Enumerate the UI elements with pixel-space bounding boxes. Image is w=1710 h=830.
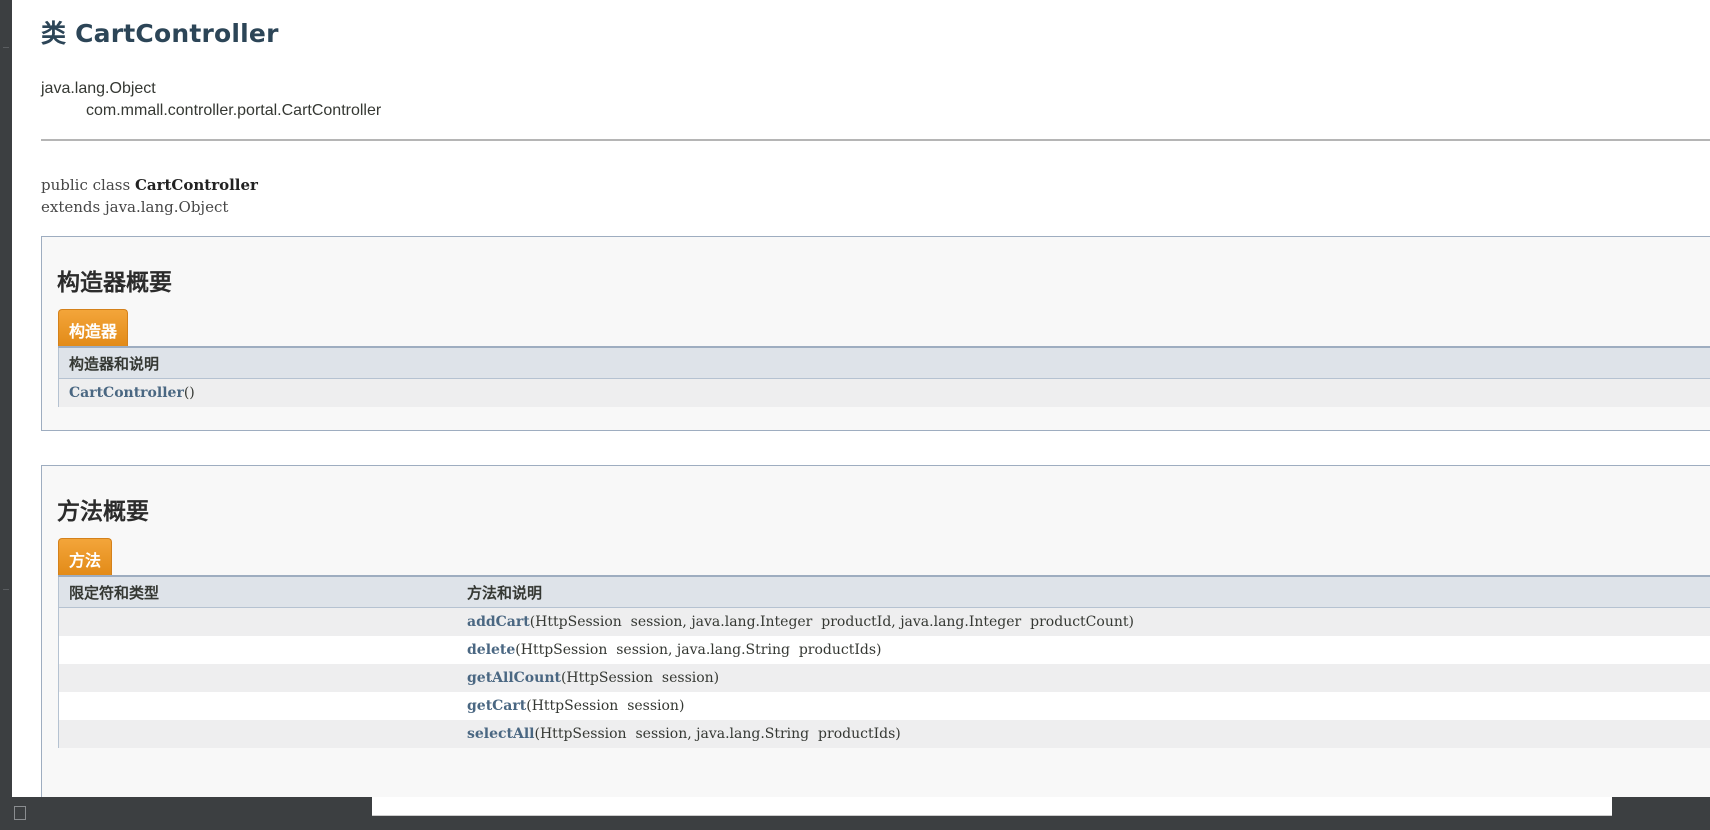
ide-left-gutter xyxy=(0,0,12,830)
signature-line: public class CartController xyxy=(41,174,258,196)
page-title: 类 CartController xyxy=(41,19,279,48)
table-row: getCart(HttpSession session) xyxy=(58,692,1710,720)
method-params: (HttpSession session, java.lang.String p… xyxy=(515,642,882,658)
constructor-summary-heading: 构造器概要 xyxy=(57,270,172,296)
modifier-cell xyxy=(58,636,457,664)
method-cell: addCart(HttpSession session, java.lang.I… xyxy=(457,607,1710,636)
method-summary: 方法概要 方法 限定符和类型 方法和说明 addCart(HttpSession… xyxy=(41,465,1710,797)
constructor-summary: 构造器概要 构造器 构造器和说明 CartController() xyxy=(41,236,1710,431)
table-row: getAllCount(HttpSession session) xyxy=(58,664,1710,692)
event-log-icon[interactable] xyxy=(14,806,26,820)
modifier-cell xyxy=(58,720,457,748)
modifier-cell xyxy=(58,664,457,692)
method-params: (HttpSession session, java.lang.Integer … xyxy=(529,614,1134,630)
constructor-params: () xyxy=(183,385,195,401)
method-table: 限定符和类型 方法和说明 addCart(HttpSession session… xyxy=(58,575,1710,748)
gutter-marker xyxy=(3,47,9,48)
tab-methods[interactable]: 方法 xyxy=(58,538,113,576)
signature-prefix: public class xyxy=(41,176,135,194)
method-cell: getAllCount(HttpSession session) xyxy=(457,664,1710,692)
method-params: (HttpSession session) xyxy=(560,670,720,686)
signature-class-name: CartController xyxy=(134,176,258,194)
constructor-cell: CartController() xyxy=(58,378,1710,407)
divider xyxy=(41,139,1710,141)
method-params: (HttpSession session, java.lang.String p… xyxy=(534,726,901,742)
column-header-modifier: 限定符和类型 xyxy=(58,576,457,608)
method-link-delete[interactable]: delete xyxy=(467,642,515,658)
method-link-getcart[interactable]: getCart xyxy=(467,698,526,714)
method-summary-heading: 方法概要 xyxy=(57,499,149,525)
method-cell: delete(HttpSession session, java.lang.St… xyxy=(457,636,1710,664)
method-cell: selectAll(HttpSession session, java.lang… xyxy=(457,720,1710,748)
table-row: delete(HttpSession session, java.lang.St… xyxy=(58,636,1710,664)
inheritance-root: java.lang.Object xyxy=(41,80,156,97)
column-header-method: 方法和说明 xyxy=(457,576,1710,608)
method-link-getallcount[interactable]: getAllCount xyxy=(467,670,561,686)
table-row: selectAll(HttpSession session, java.lang… xyxy=(58,720,1710,748)
constructor-link[interactable]: CartController xyxy=(69,385,184,401)
column-header-constructor: 构造器和说明 xyxy=(58,347,1710,379)
tab-constructors[interactable]: 构造器 xyxy=(58,309,129,347)
gutter-marker xyxy=(3,589,9,590)
javadoc-viewer: 类 CartController java.lang.Object com.mm… xyxy=(12,0,1710,797)
table-row: addCart(HttpSession session, java.lang.I… xyxy=(58,607,1710,636)
constructor-table: 构造器和说明 CartController() xyxy=(58,346,1710,407)
inheritance-child: com.mmall.controller.portal.CartControll… xyxy=(86,102,382,119)
signature-extends: extends java.lang.Object xyxy=(41,198,229,216)
method-link-addcart[interactable]: addCart xyxy=(467,614,530,630)
modifier-cell xyxy=(58,692,457,720)
method-params: (HttpSession session) xyxy=(526,698,685,714)
table-row: CartController() xyxy=(58,378,1710,407)
method-cell: getCart(HttpSession session) xyxy=(457,692,1710,720)
overlay-panel xyxy=(372,797,1612,816)
class-signature: public class CartController extends java… xyxy=(41,174,258,218)
method-link-selectall[interactable]: selectAll xyxy=(467,726,535,742)
modifier-cell xyxy=(58,607,457,636)
